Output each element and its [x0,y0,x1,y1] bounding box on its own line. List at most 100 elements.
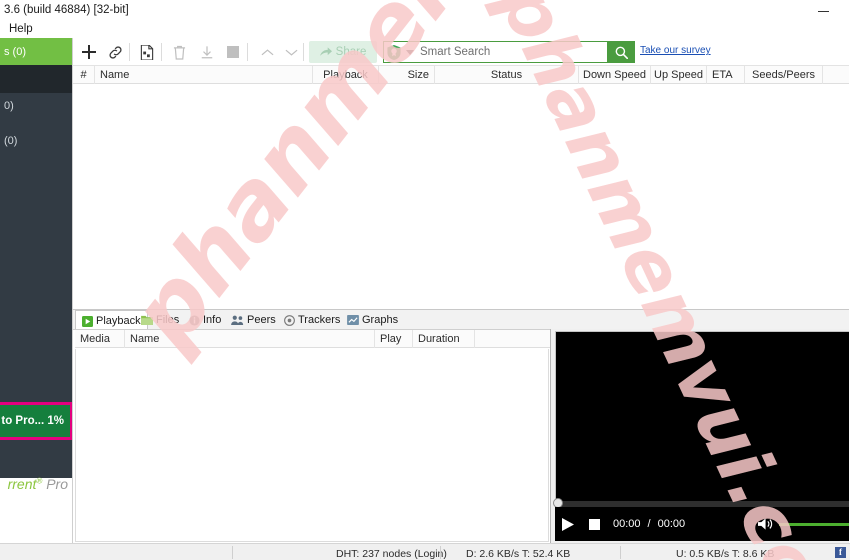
sidebar-item-all[interactable]: s (0) [0,38,72,65]
download-icon [201,45,213,58]
tab-graphs-label: Graphs [362,314,399,326]
target-icon [284,314,295,326]
column-header-name[interactable]: Name [95,66,313,84]
share-button[interactable]: Share [309,41,377,63]
stop-icon [588,518,600,530]
volume-icon [758,518,773,530]
sidebar-item-all-label: s (0) [4,45,26,58]
window-title: 3.6 (build 46884) [32-bit] [4,4,129,16]
share-arrow-icon [319,46,332,56]
toolbar-separator-4 [303,43,304,61]
playback-column-header-media[interactable]: Media [75,330,125,348]
plus-icon [82,45,96,59]
column-header-label: ETA [712,69,733,81]
move-up-button[interactable] [255,40,279,64]
playback-column-header-duration[interactable]: Duration [413,330,475,348]
column-header-up-speed[interactable]: Up Speed [651,66,707,84]
video-screen[interactable] [555,331,850,506]
tab-graphs[interactable]: Graphs [341,310,404,330]
sidebar: s (0) 0) (0) [0,38,72,543]
playback-column-header-name[interactable]: Name [125,330,375,348]
add-torrent-button[interactable] [77,40,101,64]
torrent-list-body[interactable] [73,84,850,309]
column-header-status[interactable]: Status [435,66,579,84]
player-time-separator: / [647,518,651,530]
folder-icon [141,315,153,325]
remove-torrent-button[interactable] [167,40,191,64]
play-circle-icon [82,315,93,327]
sidebar-item-downloading[interactable]: 0) [0,93,72,119]
create-torrent-button[interactable] [135,40,159,64]
playback-column-header-label: Name [130,333,160,345]
trash-icon [173,45,185,60]
search-provider-dropdown[interactable] [404,42,416,62]
minimize-button[interactable] [802,0,844,22]
player-time-display: 00:00 / 00:00 [613,518,685,530]
column-header-size[interactable]: Size [379,66,435,84]
status-download[interactable]: D: 2.6 KB/s T: 52.4 KB [466,546,570,560]
playback-list-body[interactable] [75,349,549,542]
column-header-label: Playback [323,69,368,81]
new-torrent-icon [140,44,154,60]
player-play-button[interactable] [555,507,581,541]
volume-slider-track[interactable] [779,522,850,526]
column-header-eta[interactable]: ETA [707,66,745,84]
move-down-button[interactable] [279,40,303,64]
tab-files[interactable]: Files [135,310,185,330]
search-icon [615,46,628,59]
tab-peers[interactable]: Peers [225,310,282,330]
toolbar-separator-2 [161,43,162,61]
search-provider-icon[interactable] [384,42,404,62]
status-divider-2 [440,546,441,559]
playback-column-header-label: Duration [418,333,460,345]
column-header-[interactable]: # [73,66,95,84]
status-bar: DHT: 237 nodes (Login) D: 2.6 KB/s T: 52… [0,543,850,560]
search-box[interactable] [383,41,623,63]
video-controls: 00:00 / 00:00 [555,507,850,541]
facebook-icon[interactable]: f [835,547,846,558]
status-dht[interactable]: DHT: 237 nodes (Login) [336,546,447,560]
start-torrent-button[interactable] [195,40,219,64]
take-our-survey-link[interactable]: Take our survey [640,45,711,56]
search-submit-button[interactable] [607,41,635,63]
tab-playback-label: Playback [96,315,141,327]
search-input[interactable] [416,42,622,62]
tab-info-label: Info [203,314,222,326]
status-upload[interactable]: U: 0.5 KB/s T: 8.6 KB [676,546,774,560]
peers-icon [231,315,244,325]
player-stop-button[interactable] [581,507,607,541]
volume-control[interactable] [758,507,850,541]
title-bar: 3.6 (build 46884) [32-bit] [0,0,850,22]
status-divider-3 [620,546,621,559]
shield-icon [387,44,401,60]
sidebar-divider-block [0,65,72,93]
stop-torrent-button[interactable] [221,40,245,64]
tab-trackers[interactable]: Trackers [278,310,346,330]
chart-icon [347,315,359,325]
column-header-label: Size [407,69,429,81]
play-circle-icon [82,315,93,327]
sidebar-item-completed[interactable]: (0) [0,128,72,154]
pro-brand-label: rrent® Pro [0,476,72,492]
tab-trackers-label: Trackers [298,314,341,326]
column-header-down-speed[interactable]: Down Speed [579,66,651,84]
add-torrent-url-button[interactable] [103,40,127,64]
pro-brand-registered: ® [36,476,43,486]
toolbar: Share Take our survey [72,38,850,66]
upgrade-to-pro-button[interactable]: to Pro... 1% [0,405,70,437]
player-current-time: 00:00 [613,518,641,530]
menu-item-help[interactable]: Help [5,23,37,35]
minimize-icon [817,10,829,12]
playback-list-header: Media Name Play Duration [75,330,551,348]
toolbar-separator-1 [129,43,130,61]
column-header-seeds-peers[interactable]: Seeds/Peers [745,66,823,84]
tab-info[interactable]: Info [183,310,227,330]
sidebar-item-completed-label: (0) [4,135,18,147]
torrent-list-panel: # Name Playback Size Status Down Speed Up Spee… [72,66,850,309]
chevron-up-icon [261,48,273,55]
stop-icon [227,46,239,58]
column-header-playback[interactable]: Playback [313,66,379,84]
playback-column-header-play[interactable]: Play [375,330,413,348]
pro-brand-text: rrent [7,476,37,492]
column-header-label: Name [100,69,130,81]
